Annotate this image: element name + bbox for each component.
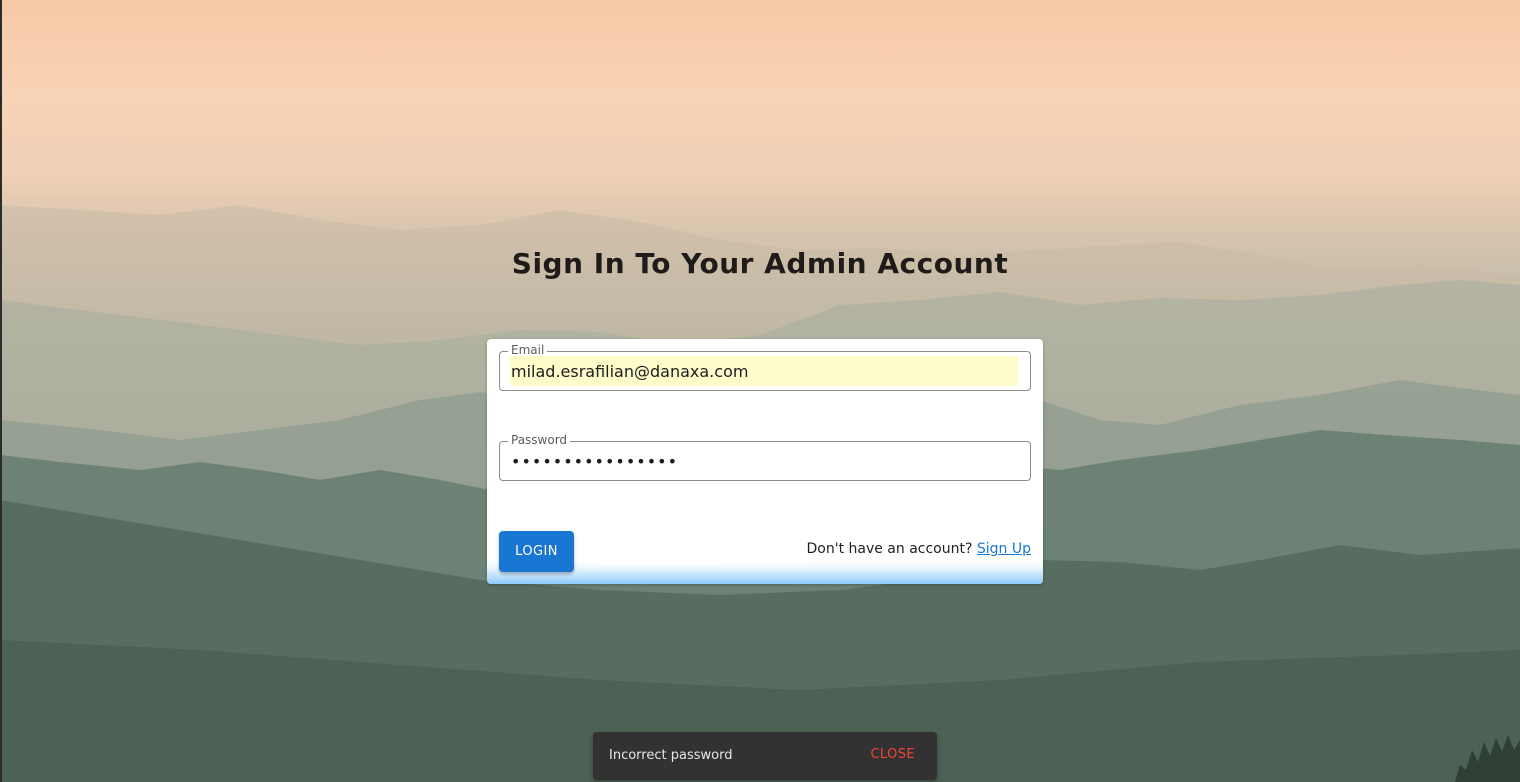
- login-card: Email Password LOGIN Don't have an accou…: [487, 339, 1043, 584]
- password-field[interactable]: Password: [499, 433, 1031, 481]
- email-input[interactable]: [510, 356, 1018, 386]
- snackbar-close-button[interactable]: CLOSE: [870, 747, 915, 762]
- email-label: Email: [508, 343, 548, 357]
- snackbar-message: Incorrect password: [609, 748, 733, 763]
- page-title: Sign In To Your Admin Account: [511, 246, 1009, 280]
- signup-prompt-text: Don't have an account?: [806, 541, 973, 557]
- email-field[interactable]: Email: [499, 343, 1031, 391]
- login-page: Sign In To Your Admin Account Email Pass…: [0, 0, 1520, 782]
- signup-prompt-row: Don't have an account? Sign Up: [807, 541, 1032, 557]
- login-button[interactable]: LOGIN: [499, 531, 574, 572]
- error-snackbar: Incorrect password CLOSE: [593, 732, 937, 780]
- password-input[interactable]: [510, 446, 1018, 476]
- password-label: Password: [508, 433, 571, 447]
- signup-link[interactable]: Sign Up: [977, 541, 1031, 557]
